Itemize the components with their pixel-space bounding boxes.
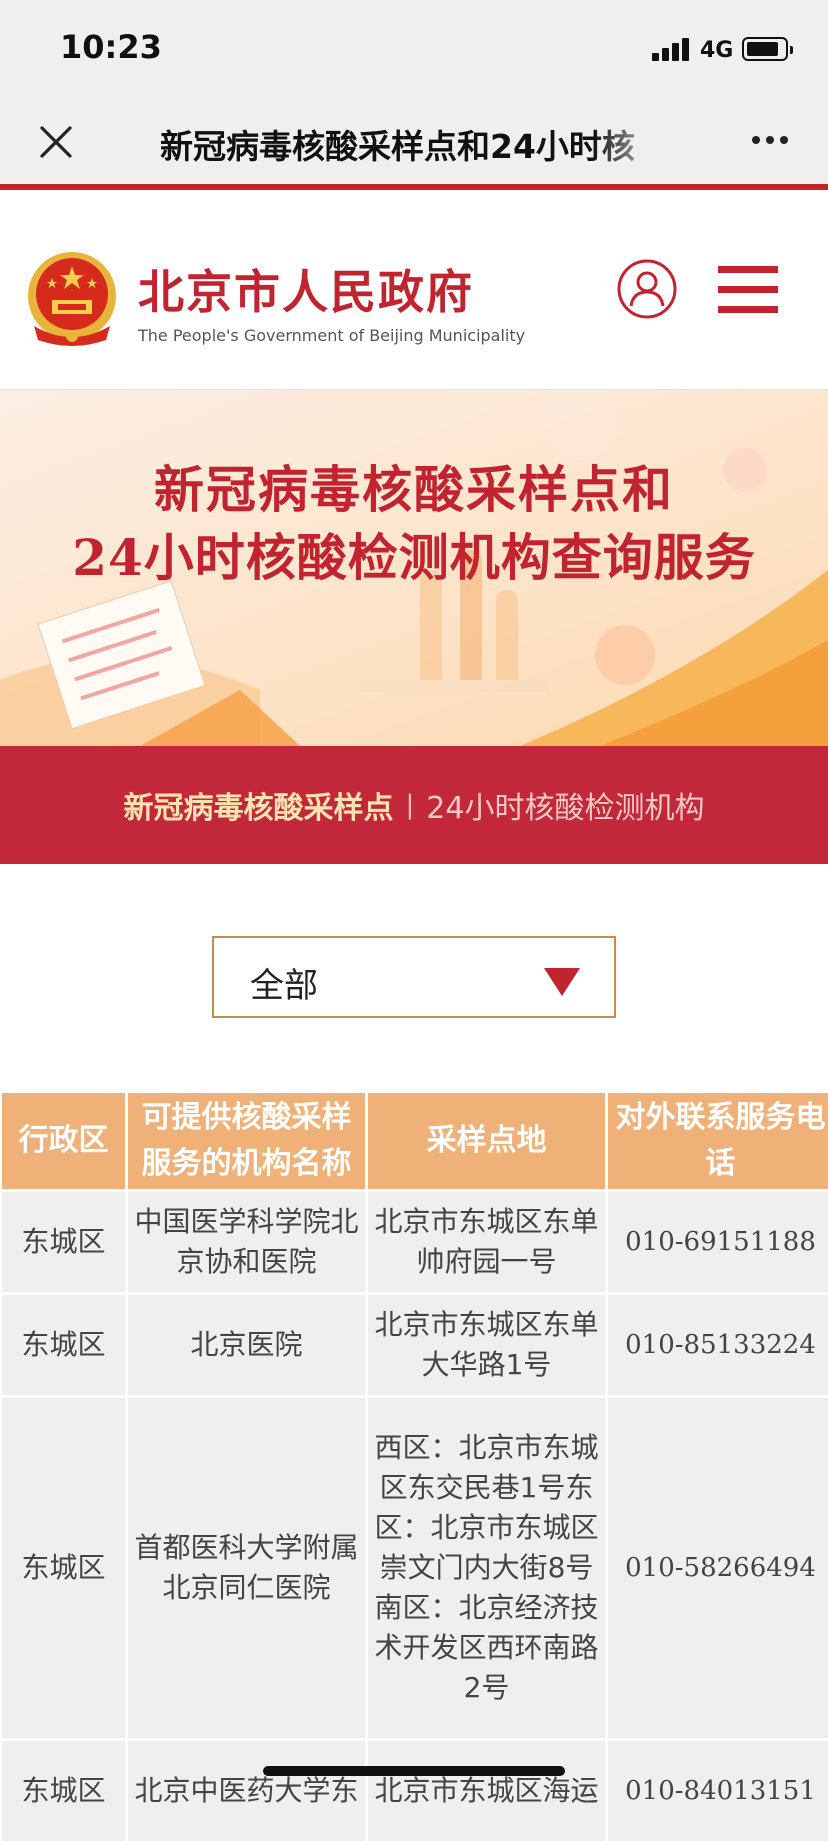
cell-phone[interactable]: 010-84013151	[608, 1741, 828, 1841]
status-bar: 10:23 4G	[0, 0, 828, 96]
cell-institution: 首都医科大学附属北京同仁医院	[128, 1398, 365, 1738]
category-tabs: 新冠病毒核酸采样点 | 24小时核酸检测机构	[0, 746, 828, 864]
banner-title-line1: 新冠病毒核酸采样点和	[154, 460, 674, 519]
cell-district: 东城区	[2, 1295, 125, 1395]
page-title: 新冠病毒核酸采样点和24小时核	[160, 127, 635, 166]
cell-institution: 北京医院	[128, 1295, 365, 1395]
table-row: 东城区 北京中医药大学东 北京市东城区海运 010-84013151	[2, 1741, 828, 1841]
column-header-district: 行政区	[2, 1093, 125, 1189]
national-emblem-icon[interactable]	[22, 248, 122, 348]
close-icon[interactable]	[36, 122, 76, 162]
cell-address: 西区：北京市东城区东交民巷1号东区：北京市东城区崇文门内大街8号南区：北京经济技…	[368, 1398, 605, 1738]
battery-icon	[742, 37, 793, 61]
tab-testing-institutions[interactable]: 24小时核酸检测机构	[426, 783, 704, 827]
cell-district: 东城区	[2, 1192, 125, 1292]
cell-district: 东城区	[2, 1741, 125, 1841]
tab-separator: |	[405, 790, 415, 820]
sampling-points-table: 行政区 可提供核酸采样服务的机构名称 采样点地 对外联系服务电话 东城区 中国医…	[0, 1090, 828, 1844]
network-type: 4G	[700, 38, 734, 63]
site-header: 北京市人民政府 The People's Government of Beiji…	[0, 190, 828, 390]
tab-sampling-points[interactable]: 新冠病毒核酸采样点	[124, 783, 394, 827]
cell-phone[interactable]: 010-58266494	[608, 1398, 828, 1738]
chevron-down-icon	[544, 968, 580, 996]
user-icon[interactable]	[616, 258, 678, 320]
banner: 新冠病毒核酸采样点和 24小时核酸检测机构查询服务	[0, 390, 828, 746]
district-select[interactable]: 全部	[212, 936, 616, 1018]
cell-district: 东城区	[2, 1398, 125, 1738]
column-header-phone: 对外联系服务电话	[608, 1093, 828, 1189]
table-header-row: 行政区 可提供核酸采样服务的机构名称 采样点地 对外联系服务电话	[2, 1093, 828, 1189]
menu-icon[interactable]	[718, 266, 778, 314]
home-indicator[interactable]	[263, 1766, 565, 1776]
column-header-institution: 可提供核酸采样服务的机构名称	[128, 1093, 365, 1189]
cell-phone[interactable]: 010-69151188	[608, 1192, 828, 1292]
site-name[interactable]: 北京市人民政府	[138, 256, 474, 322]
signal-icon	[652, 37, 692, 61]
table-row: 东城区 首都医科大学附属北京同仁医院 西区：北京市东城区东交民巷1号东区：北京市…	[2, 1398, 828, 1738]
more-options-icon[interactable]	[748, 134, 792, 146]
cell-phone[interactable]: 010-85133224	[608, 1295, 828, 1395]
banner-title-line2: 24小时核酸检测机构查询服务	[72, 528, 756, 587]
cell-institution: 北京中医药大学东	[128, 1741, 365, 1841]
cell-institution: 中国医学科学院北京协和医院	[128, 1192, 365, 1292]
site-name-english: The People's Government of Beijing Munic…	[138, 326, 526, 345]
cell-address: 北京市东城区东单大华路1号	[368, 1295, 605, 1395]
column-header-address: 采样点地	[368, 1093, 605, 1189]
status-time: 10:23	[60, 28, 162, 66]
table-row: 东城区 中国医学科学院北京协和医院 北京市东城区东单帅府园一号 010-6915…	[2, 1192, 828, 1292]
cell-address: 北京市东城区东单帅府园一号	[368, 1192, 605, 1292]
cell-address: 北京市东城区海运	[368, 1741, 605, 1841]
browser-nav-bar: 新冠病毒核酸采样点和24小时核	[0, 96, 828, 184]
district-select-value: 全部	[250, 966, 318, 1006]
table-row: 东城区 北京医院 北京市东城区东单大华路1号 010-85133224	[2, 1295, 828, 1395]
